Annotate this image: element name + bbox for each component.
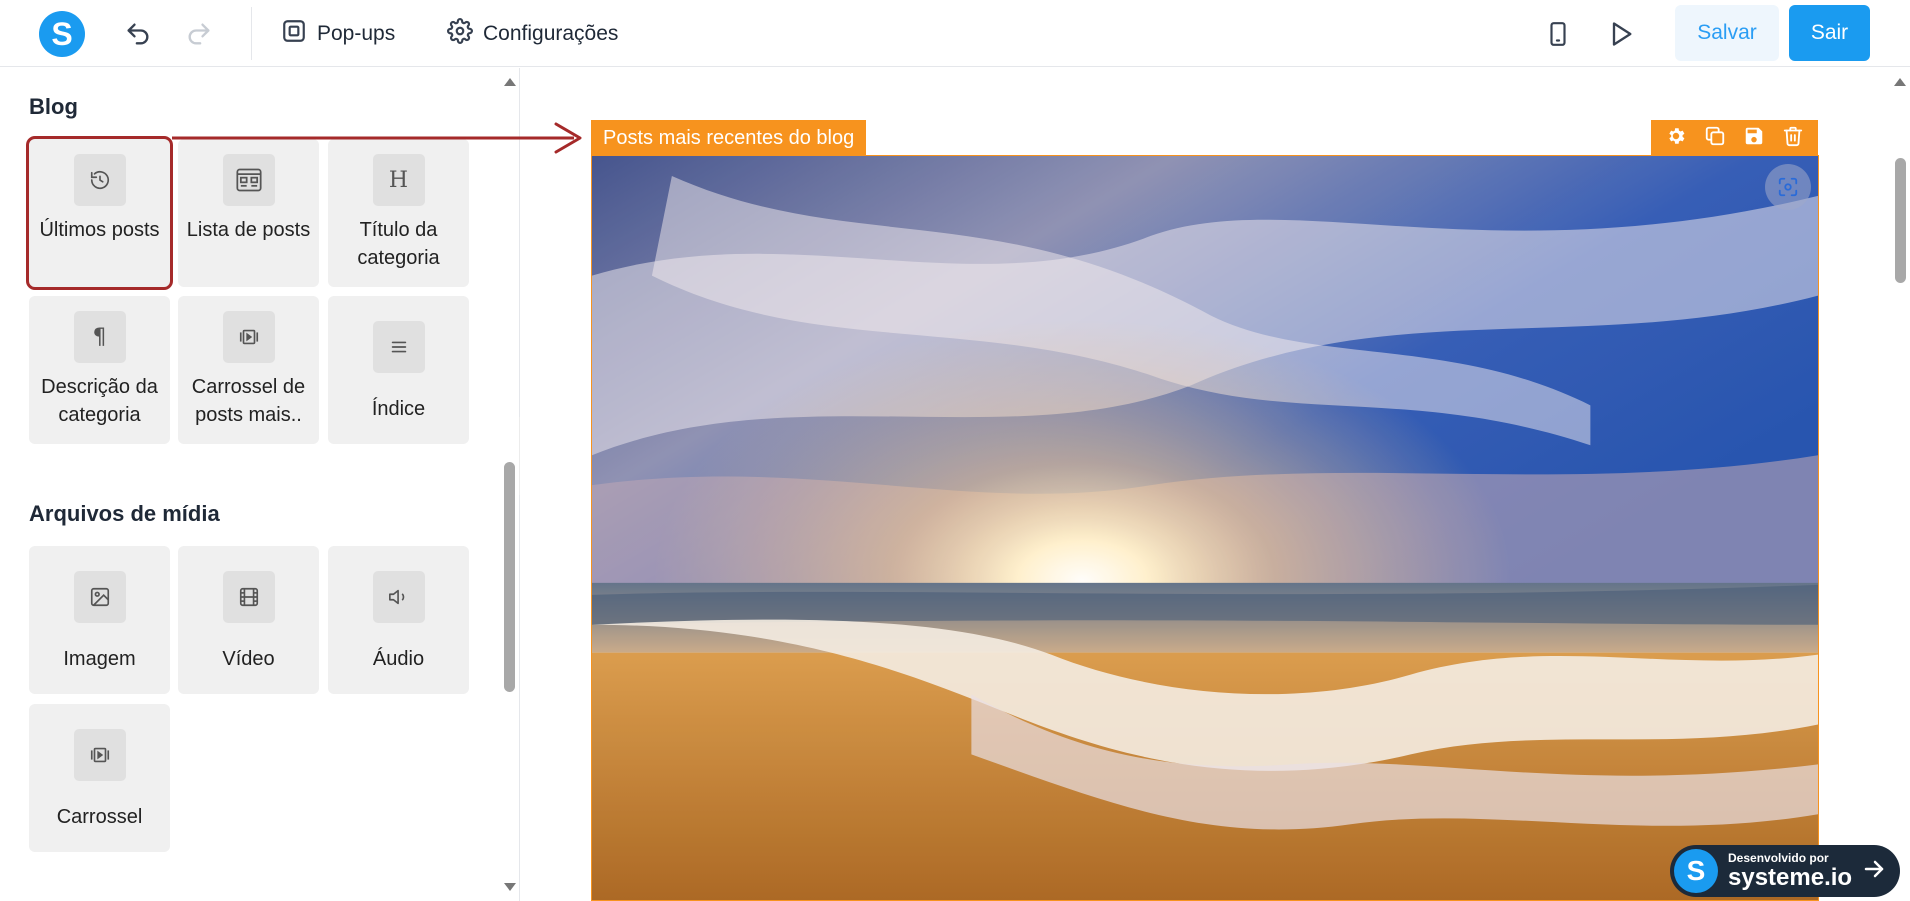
element-tile-image[interactable]: Imagem xyxy=(29,546,170,694)
tile-label: Imagem xyxy=(63,648,136,670)
duplicate-icon[interactable] xyxy=(1704,125,1726,152)
video-icon xyxy=(222,571,275,623)
element-tile-audio[interactable]: Áudio xyxy=(328,546,469,694)
element-tile-index[interactable]: Índice xyxy=(328,296,469,444)
gear-icon xyxy=(447,18,473,50)
popups-label: Pop-ups xyxy=(317,22,396,45)
popup-square-icon xyxy=(281,18,307,50)
badge-line2: systeme.io xyxy=(1728,864,1853,891)
save-button[interactable]: Salvar xyxy=(1675,5,1779,61)
tile-label: Descrição da categoria xyxy=(41,376,158,426)
scroll-up-arrow-icon[interactable] xyxy=(1894,78,1906,86)
systeme-badge-logo: S xyxy=(1674,849,1718,893)
heading-icon: H xyxy=(372,154,425,206)
element-tile-video[interactable]: Vídeo xyxy=(178,546,319,694)
undo-icon[interactable] xyxy=(121,17,155,51)
element-tile-category-description[interactable]: ¶ Descrição da categoria xyxy=(29,296,170,444)
arrow-right-icon xyxy=(1862,857,1886,886)
element-tile-latest-posts[interactable]: Últimos posts xyxy=(26,136,173,290)
tile-label: Carrossel de posts mais.. xyxy=(191,376,306,426)
list-icon xyxy=(372,321,425,373)
clock-rotate-icon xyxy=(73,154,126,206)
panel-scrollbar[interactable] xyxy=(500,68,520,901)
element-tile-posts-carousel[interactable]: Carrossel de posts mais.. xyxy=(178,296,319,444)
badge-line1: Desenvolvido por xyxy=(1728,851,1829,865)
popups-button[interactable]: Pop-ups xyxy=(281,17,395,51)
mobile-preview-icon[interactable] xyxy=(1541,17,1575,51)
settings-button[interactable]: Configurações xyxy=(447,17,618,51)
tile-label: Carrossel xyxy=(56,806,143,828)
scroll-down-arrow-icon[interactable] xyxy=(504,883,516,891)
carousel-icon xyxy=(222,311,275,363)
systeme-logo[interactable]: S xyxy=(39,11,85,57)
selected-block-label[interactable]: Posts mais recentes do blog xyxy=(591,120,867,156)
tile-label: Áudio xyxy=(372,648,425,670)
scroll-up-arrow-icon[interactable] xyxy=(504,78,516,86)
panel-scroll-thumb[interactable] xyxy=(504,462,515,692)
redo-icon[interactable] xyxy=(182,17,216,51)
carousel-icon xyxy=(73,729,126,781)
latest-posts-block[interactable] xyxy=(591,155,1819,901)
element-tile-carousel[interactable]: Carrossel xyxy=(29,704,170,852)
image-icon xyxy=(73,571,126,623)
post-list-icon xyxy=(222,154,275,206)
blog-section-title: Blog xyxy=(29,94,78,119)
top-toolbar: S Pop-ups Configurações Salvar Sair xyxy=(0,0,1910,67)
tile-label: Últimos posts xyxy=(39,219,160,241)
block-label-text: Posts mais recentes do blog xyxy=(603,126,855,149)
paragraph-icon: ¶ xyxy=(73,311,126,363)
audio-icon xyxy=(372,571,425,623)
block-toolbar xyxy=(1651,120,1818,156)
settings-label: Configurações xyxy=(483,22,619,45)
element-tile-post-list[interactable]: Lista de posts xyxy=(178,139,319,287)
canvas-scrollbar[interactable] xyxy=(1890,68,1910,901)
gear-icon[interactable] xyxy=(1665,125,1687,152)
tile-label: Lista de posts xyxy=(186,219,311,241)
media-section-title: Arquivos de mídia xyxy=(29,501,220,526)
elements-panel: Blog Últimos posts Lista de posts H Títu… xyxy=(0,68,520,901)
tile-label: Índice xyxy=(371,398,426,420)
save-icon[interactable] xyxy=(1743,125,1765,152)
powered-by-badge[interactable]: S Desenvolvido por systeme.io xyxy=(1670,845,1900,897)
beach-sunset-image xyxy=(592,156,1818,900)
play-preview-icon[interactable] xyxy=(1604,17,1638,51)
tile-label: Título da categoria xyxy=(357,219,440,269)
toolbar-divider xyxy=(251,7,252,60)
trash-icon[interactable] xyxy=(1782,125,1804,152)
tile-label: Vídeo xyxy=(222,648,275,670)
screenshot-icon[interactable] xyxy=(1765,164,1811,210)
canvas-scroll-thumb[interactable] xyxy=(1895,158,1906,283)
element-tile-category-title[interactable]: H Título da categoria xyxy=(328,139,469,287)
exit-button[interactable]: Sair xyxy=(1789,5,1870,61)
